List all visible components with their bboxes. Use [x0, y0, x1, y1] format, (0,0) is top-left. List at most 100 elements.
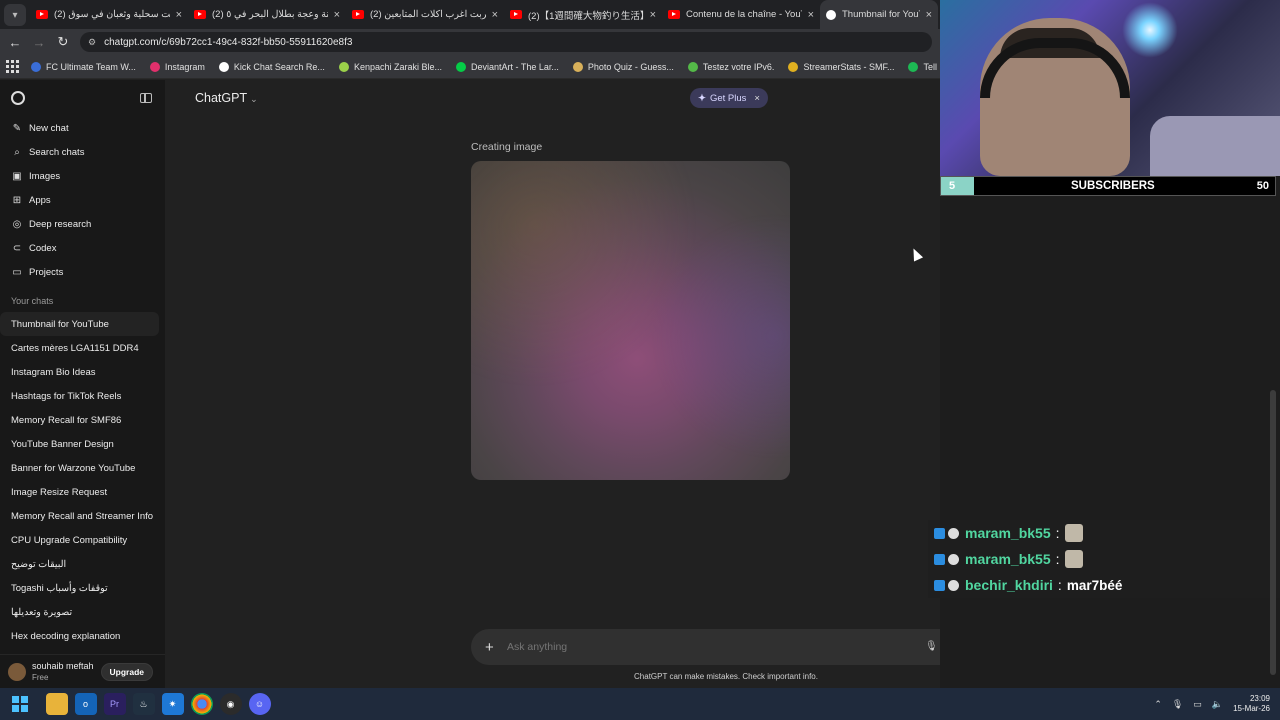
chat-history-item[interactable]: Hex decoding explanation	[0, 624, 159, 648]
tab-5[interactable]: Contenu de la chaîne - YouTube ×	[662, 0, 820, 29]
bookmark-6[interactable]: Photo Quiz - Guess...	[572, 61, 674, 72]
reload-icon[interactable]: ↻	[54, 33, 72, 51]
file-explorer-icon[interactable]	[45, 693, 68, 715]
sidebar-item-new-chat[interactable]: ✎ New chat	[0, 116, 165, 140]
creating-image-label: Creating image	[471, 141, 543, 153]
bookmark-label: Kick Chat Search Re...	[233, 61, 325, 72]
bookmark-label: DeviantArt - The Lar...	[470, 61, 559, 72]
close-tab-icon[interactable]: ×	[926, 9, 932, 21]
browser-window: ▾ (2) أكلت سحلية وثعبان في سوق ،×(2) مقر…	[0, 0, 981, 688]
sidebar-toggle-icon[interactable]	[140, 93, 152, 103]
microphone-tray-icon[interactable]: 🎙	[1172, 699, 1183, 710]
close-tab-icon[interactable]: ×	[650, 9, 656, 21]
sidebar-item-label: New chat	[29, 122, 69, 134]
avatar[interactable]	[8, 662, 26, 681]
model-selector[interactable]: ChatGPT ⌄	[195, 91, 258, 105]
chat-history-item[interactable]: YouTube Banner Design	[0, 432, 159, 456]
back-icon[interactable]: ←	[6, 33, 24, 51]
close-icon[interactable]: ×	[754, 93, 760, 104]
clock[interactable]: 23:09 15-Mar-26	[1233, 694, 1270, 714]
chat-history-item[interactable]: Instagram Bio Ideas	[0, 360, 159, 384]
bookmark-label: StreamerStats - SMF...	[803, 61, 895, 72]
clock-date: 15-Mar-26	[1233, 704, 1270, 713]
chat-history-item[interactable]: تصويرة وتعديلها	[0, 600, 159, 624]
chat-history-item[interactable]: البيقات توضيح	[0, 552, 159, 576]
bookmarks-bar: FC Ultimate Team W... Instagram Kick Chat …	[0, 55, 940, 79]
apps-grid-icon[interactable]	[6, 59, 19, 74]
bookmark-5[interactable]: DeviantArt - The Lar...	[455, 61, 559, 72]
upgrade-button[interactable]: Upgrade	[100, 662, 153, 681]
clock-time: 23:09	[1249, 694, 1270, 703]
chatgpt-page: ✎ New chat ⌕ Search chats ▣ Images ⊞ Apps ◎ Deep …	[0, 80, 981, 688]
microphone-icon[interactable]: 🎙	[925, 641, 938, 653]
bookmark-favicon-icon	[455, 61, 466, 72]
chrome-icon[interactable]	[190, 693, 213, 715]
new-chat-icon: ✎	[12, 122, 22, 134]
obs-icon[interactable]: ◉	[219, 693, 242, 715]
deep-research-icon: ◎	[12, 218, 22, 230]
network-icon[interactable]: ▭	[1193, 699, 1202, 710]
get-plus-button[interactable]: ✦ Get Plus ×	[690, 88, 768, 108]
close-tab-icon[interactable]: ×	[334, 9, 340, 21]
chat-history-item[interactable]: Cartes mères LGA1151 DDR4	[0, 336, 159, 360]
codex-icon: ⊂	[12, 242, 22, 254]
chat-history-item[interactable]: Togashi توقفات وأسباب	[0, 576, 159, 600]
cat-emote-icon	[1064, 524, 1083, 542]
bookmark-favicon-icon	[572, 61, 583, 72]
tab-search-icon[interactable]: ▾	[4, 4, 26, 26]
tab-1[interactable]: (2) أكلت سحلية وثعبان في سوق ، ×	[30, 0, 188, 29]
discord-icon[interactable]: ☺	[248, 693, 271, 715]
site-info-icon[interactable]: ⚙	[88, 37, 96, 48]
chat-history-item[interactable]: Hashtags for TikTok Reels	[0, 384, 159, 408]
steam-icon[interactable]: ♨	[132, 693, 155, 715]
bookmark-4[interactable]: Kenpachi Zaraki Ble...	[338, 61, 442, 72]
bookmark-favicon-icon	[338, 61, 349, 72]
chevron-up-icon[interactable]: ⌃	[1154, 699, 1162, 710]
bookmark-8[interactable]: StreamerStats - SMF...	[788, 61, 895, 72]
volume-icon[interactable]: 🔈	[1212, 699, 1223, 710]
chat-history-item[interactable]: CPU Upgrade Compatibility	[0, 528, 159, 552]
taskbar: o Pr ♨ ✷ ◉ ☺ ⌃ 🎙 ▭ 🔈 23:09 15-Mar-26	[0, 688, 1280, 720]
bookmark-favicon-icon	[149, 61, 160, 72]
sidebar-item-projects[interactable]: ▭ Projects	[0, 260, 165, 284]
plus-icon[interactable]: +	[485, 639, 497, 656]
premiere-pro-icon[interactable]: Pr	[103, 693, 126, 715]
tab-3[interactable]: (2) جربت اغرب اكلات المتابعين - ×	[346, 0, 504, 29]
sidebar-item-codex[interactable]: ⊂ Codex	[0, 236, 165, 260]
tab-4[interactable]: (2)【1週間確大物釣り生活】大物 ×	[504, 0, 662, 29]
close-tab-icon[interactable]: ×	[492, 9, 498, 21]
sidebar-item-images[interactable]: ▣ Images	[0, 164, 165, 188]
chat-history-item[interactable]: Image Resize Request	[0, 480, 159, 504]
bookmark-3[interactable]: Kick Chat Search Re...	[218, 61, 325, 72]
bookmark-1[interactable]: FC Ultimate Team W...	[31, 61, 136, 72]
chat-history-item[interactable]: Thumbnail for YouTube	[0, 312, 159, 336]
tab-6[interactable]: Thumbnail for YouTube ×	[820, 0, 938, 29]
scrollbar[interactable]	[1270, 390, 1276, 675]
sidebar-item-apps[interactable]: ⊞ Apps	[0, 188, 165, 212]
bookmark-9[interactable]: Tell It To My Heart -...	[908, 61, 940, 72]
windows-start-icon[interactable]	[12, 696, 28, 712]
bookmark-2[interactable]: Instagram	[149, 61, 205, 72]
forward-icon[interactable]: →	[30, 33, 48, 51]
bookmark-favicon-icon	[788, 61, 799, 72]
emote-badge-icon	[948, 579, 959, 591]
prompt-input[interactable]	[507, 641, 925, 653]
search-chats-icon: ⌕	[14, 146, 20, 158]
model-label: ChatGPT	[195, 91, 248, 105]
chevron-down-icon: ⌄	[250, 94, 258, 104]
chat-history-item[interactable]: Memory Recall for SMF86	[0, 408, 159, 432]
close-tab-icon[interactable]: ×	[176, 9, 182, 21]
tab-2[interactable]: (2) مقرونة وعجة بطلال البحر في ٥ ×	[188, 0, 346, 29]
sidebar-item-search-chats[interactable]: ⌕ Search chats	[0, 140, 165, 164]
chat-history-item[interactable]: Memory Recall and Streamer Info	[0, 504, 159, 528]
close-tab-icon[interactable]: ×	[808, 9, 814, 21]
sparkle-icon: ✦	[698, 92, 706, 104]
sidebar-item-deep-research[interactable]: ◎ Deep research	[0, 212, 165, 236]
chat-history-item[interactable]: Banner for Warzone YouTube	[0, 456, 159, 480]
openai-logo-icon[interactable]	[11, 91, 25, 105]
battlenet-icon[interactable]: ✷	[161, 693, 184, 715]
account-footer[interactable]: souhaib meftah Free Upgrade	[0, 654, 165, 688]
url-field[interactable]: ⚙ chatgpt.com/c/69b72cc1-49c4-832f-bb50-…	[80, 32, 932, 52]
bookmark-7[interactable]: Testez votre IPv6.	[687, 61, 774, 72]
outlook-icon[interactable]: o	[74, 693, 97, 715]
